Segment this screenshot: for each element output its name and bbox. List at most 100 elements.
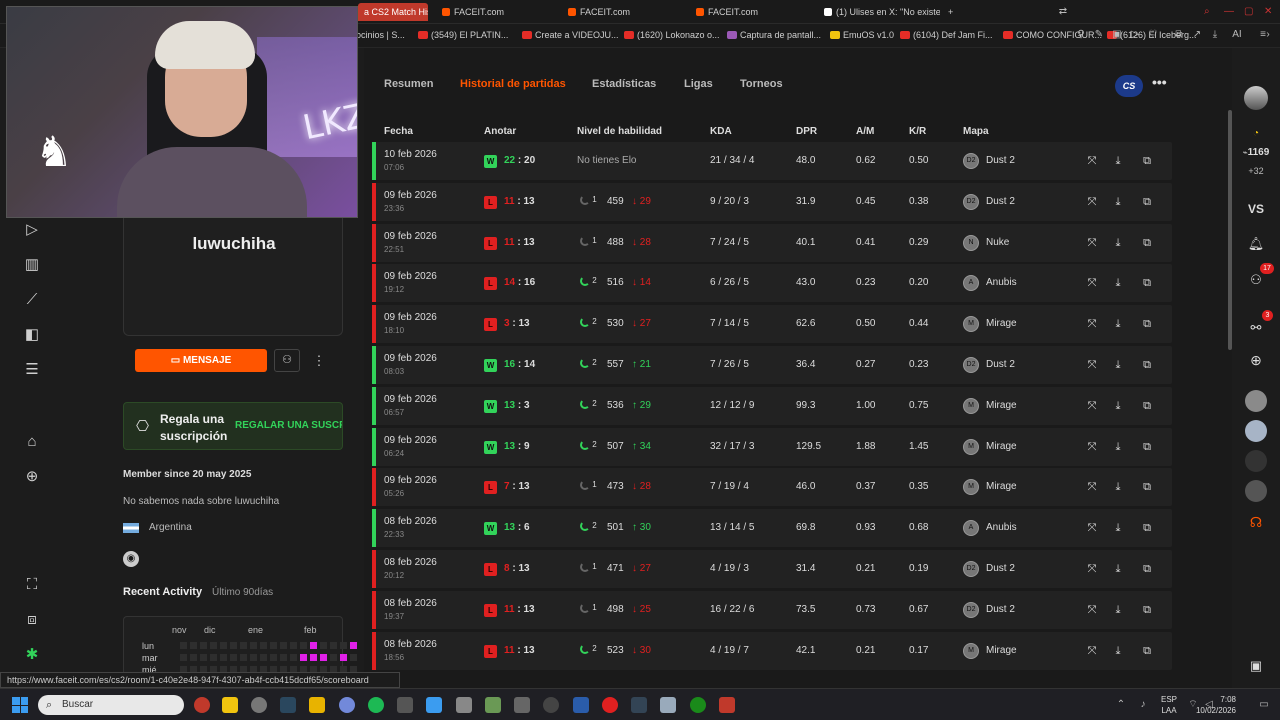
avatar[interactable]	[1245, 480, 1267, 502]
external-link-icon[interactable]: ⧉	[1139, 275, 1155, 291]
tab-faceit-2[interactable]: FACEIT.com	[566, 3, 676, 21]
bookmark-item[interactable]: ocinios | S...	[352, 30, 405, 40]
share-icon[interactable]: ↗	[1191, 29, 1203, 41]
bookmark-item[interactable]: (6104) Def Jam Fi...	[900, 30, 993, 40]
tab-statistics[interactable]: Estadísticas	[592, 78, 656, 90]
external-link-icon[interactable]: ⧉	[1139, 357, 1155, 373]
play-icon[interactable]: ▷	[1129, 29, 1141, 41]
file-explorer-icon[interactable]	[222, 697, 238, 713]
download-icon[interactable]: ⤓	[1110, 153, 1126, 169]
gift-subscription-link[interactable]: REGALAR UNA SUSCRIPCIÓN	[235, 420, 342, 431]
add-friend-button[interactable]: ⚇	[274, 349, 300, 372]
table-row[interactable]: 09 feb 2026 06:24 W 13 : 9 2 507 ↑ 34 32…	[372, 427, 1172, 466]
vs-button[interactable]: VS	[1232, 202, 1280, 216]
notepad-icon[interactable]	[426, 697, 442, 713]
screenshot-icon[interactable]: ▣	[1111, 29, 1123, 41]
friends-icon[interactable]: ⚇	[1232, 272, 1280, 288]
heart-icon[interactable]: ♡	[1147, 29, 1159, 41]
party-icon[interactable]: ⚯	[1232, 320, 1280, 336]
app-icon[interactable]	[660, 697, 676, 713]
notifications-icon[interactable]: 🔔︎	[1232, 236, 1280, 252]
download-icon[interactable]: ⤓	[1110, 520, 1126, 536]
expand-icon[interactable]: ⤧	[1084, 275, 1100, 291]
new-tab-button[interactable]: +	[944, 3, 960, 21]
expand-icon[interactable]: ⛶	[22, 575, 42, 595]
table-row[interactable]: 09 feb 2026 08:03 W 16 : 14 2 557 ↑ 21 7…	[372, 346, 1172, 384]
microphone-icon[interactable]: ♪	[1137, 699, 1149, 711]
app-icon[interactable]	[719, 697, 735, 713]
table-row[interactable]: 09 feb 2026 06:57 W 13 : 3 2 536 ↑ 29 12…	[372, 386, 1172, 425]
table-row[interactable]: 08 feb 2026 19:37 L 11 : 13 1 498 ↓ 25 1…	[372, 590, 1172, 629]
external-link-icon[interactable]: ⧉	[1139, 194, 1155, 210]
pin-icon[interactable]: ⚲	[1075, 29, 1087, 41]
close-icon[interactable]: ✕	[1264, 6, 1272, 17]
tab-resumen[interactable]: Resumen	[384, 78, 434, 90]
expand-icon[interactable]: ⤧	[1084, 398, 1100, 414]
download-icon[interactable]: ⤓	[1110, 194, 1126, 210]
extensions-icon[interactable]: ⧉	[1173, 29, 1185, 41]
tab-faceit-1[interactable]: FACEIT.com	[440, 3, 550, 21]
download-icon[interactable]: ⤓	[1110, 357, 1126, 373]
search-tabs-icon[interactable]: ⌕	[1204, 6, 1210, 17]
message-button[interactable]: ▭ MENSAJE	[135, 349, 267, 372]
tab-tournaments[interactable]: Torneos	[740, 78, 783, 90]
app-icon[interactable]	[397, 697, 413, 713]
list-icon[interactable]: ☰	[22, 360, 42, 380]
avatar[interactable]	[1245, 450, 1267, 472]
app-icon[interactable]	[251, 697, 267, 713]
external-link-icon[interactable]: ⧉	[1139, 561, 1155, 577]
expand-icon[interactable]: ⤧	[1084, 153, 1100, 169]
table-row[interactable]: 09 feb 2026 22:51 L 11 : 13 1 488 ↓ 28 7…	[372, 223, 1172, 262]
download-icon[interactable]: ⤓	[1110, 439, 1126, 455]
app-icon[interactable]	[456, 697, 472, 713]
external-link-icon[interactable]: ⧉	[1139, 643, 1155, 659]
discord-icon[interactable]	[339, 697, 355, 713]
download-icon[interactable]: ⤓	[1110, 602, 1126, 618]
language-indicator[interactable]: ESP LAA	[1161, 694, 1177, 716]
expand-icon[interactable]: ⤧	[1084, 520, 1100, 536]
bookmark-item[interactable]: Create a VIDEOJU...	[522, 30, 619, 40]
download-icon[interactable]: ⤓	[1110, 316, 1126, 332]
app-icon[interactable]	[573, 697, 589, 713]
chevron-up-icon[interactable]: ⌃	[1115, 699, 1127, 711]
more-options-icon[interactable]: ⋮	[312, 349, 326, 372]
support-headset-icon[interactable]: ☊	[1232, 514, 1280, 531]
external-link-icon[interactable]: ⧉	[1139, 479, 1155, 495]
external-link-icon[interactable]: ⧉	[1139, 520, 1155, 536]
expand-icon[interactable]: ⤧	[1084, 357, 1100, 373]
download-icon[interactable]: ⤓	[1110, 398, 1126, 414]
external-link-icon[interactable]: ⧉	[1139, 602, 1155, 618]
table-row[interactable]: 08 feb 2026 22:33 W 13 : 6 2 501 ↑ 30 13…	[372, 509, 1172, 548]
external-link-icon[interactable]: ⧉	[1139, 439, 1155, 455]
expand-icon[interactable]: ⤧	[1084, 602, 1100, 618]
bookmark-item[interactable]: (1620) Lokonazo o...	[624, 30, 720, 40]
chat-icon[interactable]: ▣	[1232, 658, 1280, 674]
taskbar-search[interactable]: ⌕ Buscar	[38, 695, 184, 715]
expand-icon[interactable]: ⤧	[1084, 479, 1100, 495]
download-icon[interactable]: ⤓	[1110, 275, 1126, 291]
app-icon[interactable]	[194, 697, 210, 713]
bookmark-item[interactable]: Captura de pantall...	[727, 30, 821, 40]
avatar[interactable]	[1245, 420, 1267, 442]
game-cs2-badge[interactable]: CS	[1115, 75, 1143, 97]
tab-faceit-3[interactable]: FACEIT.com	[694, 3, 804, 21]
notification-center-icon[interactable]: ▭	[1258, 699, 1270, 711]
bookmark-item[interactable]: COMO CONFIGUR...	[1003, 30, 1102, 40]
external-link-icon[interactable]: ⧉	[1139, 153, 1155, 169]
maximize-icon[interactable]: ▢	[1244, 6, 1253, 17]
expand-icon[interactable]: ⤧	[1084, 194, 1100, 210]
more-options-icon[interactable]: •••	[1152, 74, 1167, 90]
external-link-icon[interactable]: ⧉	[1139, 316, 1155, 332]
spotify-icon[interactable]	[368, 697, 384, 713]
tab-match-history[interactable]: Historial de partidas	[460, 78, 566, 90]
xbox-icon[interactable]	[690, 697, 706, 713]
clock[interactable]: 7:08 10/02/2026	[1196, 694, 1236, 716]
play-icon[interactable]: ▷	[22, 220, 42, 240]
download-icon[interactable]: ⤓	[1110, 235, 1126, 251]
windows-start-icon[interactable]	[12, 697, 28, 713]
download-icon[interactable]: ⤓	[1209, 29, 1221, 41]
add-circle-icon[interactable]: ⊕	[22, 467, 42, 487]
bell-icon[interactable]: ⌂	[22, 432, 42, 452]
table-row[interactable]: 09 feb 2026 18:10 L 3 : 13 2 530 ↓ 27 7 …	[372, 305, 1172, 344]
app-icon[interactable]	[309, 697, 325, 713]
